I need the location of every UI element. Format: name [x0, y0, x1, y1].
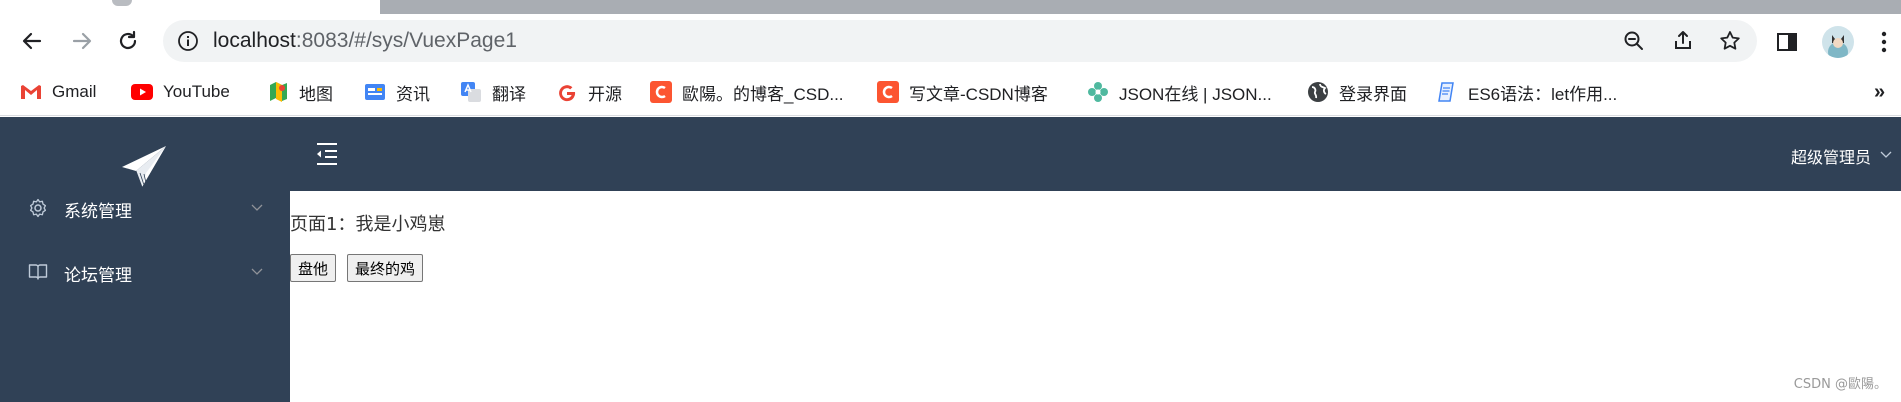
page-text: 页面1：我是小鸡崽 [290, 214, 446, 235]
side-panel-icon[interactable] [1776, 31, 1798, 53]
bookmark-json[interactable]: JSON在线 | JSON... [1087, 78, 1272, 106]
bookmark-label: 歐陽。的博客_CSD... [682, 84, 844, 104]
final-chicken-button[interactable]: 最终的鸡 [347, 254, 424, 282]
avatar-image [1828, 35, 1848, 58]
arrow-left-icon [22, 32, 42, 50]
csdn-icon [650, 81, 672, 103]
bookmark-news[interactable]: 资讯 [364, 78, 430, 106]
csdn-icon [877, 81, 899, 103]
news-icon [364, 81, 386, 103]
tab-indicator [112, 0, 132, 6]
bookmark-maps[interactable]: 地图 [267, 78, 333, 106]
tab-strip [0, 0, 1901, 14]
url-text: localhost:8083/#/sys/VuexPage1 [213, 29, 517, 53]
back-button[interactable] [16, 25, 48, 57]
url-path: :8083/#/sys/VuexPage1 [295, 29, 517, 52]
json-icon [1087, 81, 1109, 103]
share-icon[interactable] [1671, 29, 1695, 53]
star-icon[interactable] [1718, 29, 1742, 53]
more-bookmarks-button[interactable]: » [1874, 78, 1885, 106]
bookmark-csdn-write[interactable]: 写文章-CSDN博客 [877, 78, 1048, 106]
profile-avatar[interactable] [1822, 26, 1854, 58]
sidebar-item-system-management[interactable]: 系统管理 [0, 176, 290, 240]
bookmark-csdn-blog[interactable]: 歐陽。的博客_CSD... [650, 78, 844, 106]
bookmark-youtube[interactable]: YouTube [131, 78, 230, 106]
maps-icon [267, 81, 289, 103]
chevron-down-icon [251, 268, 263, 275]
reload-icon [119, 30, 137, 50]
sidebar: 系统管理 论坛管理 [0, 117, 290, 402]
bookmark-label: 登录界面 [1339, 84, 1407, 104]
bookmark-label: 资讯 [396, 84, 430, 104]
address-bar[interactable]: localhost:8083/#/sys/VuexPage1 [163, 20, 1757, 62]
csdn-watermark: CSDN @歐陽。 [1793, 377, 1887, 392]
browser-toolbar: localhost:8083/#/sys/VuexPage1 [0, 14, 1901, 68]
translate-icon [460, 81, 482, 103]
bookmarks-bar: Gmail YouTube 地图 资讯 翻译 开源 歐陽。的博客_CSD... … [0, 68, 1901, 116]
bookmark-label: ES6语法：let作用... [1468, 84, 1618, 104]
bookmark-login[interactable]: 登录界面 [1307, 78, 1407, 106]
reload-button[interactable] [112, 25, 144, 57]
sidebar-item-forum-management[interactable]: 论坛管理 [0, 240, 290, 304]
bookmark-label: JSON在线 | JSON... [1119, 84, 1272, 104]
user-dropdown-label[interactable]: 超级管理员 [1791, 144, 1871, 168]
doc-icon [1436, 81, 1458, 103]
url-host: localhost [213, 29, 296, 52]
arrow-right-icon [72, 32, 92, 50]
gmail-icon [20, 81, 42, 103]
globe-icon [1307, 81, 1329, 103]
pan-ta-button[interactable]: 盘他 [290, 254, 337, 282]
active-tab[interactable] [0, 0, 380, 14]
bookmark-gmail[interactable]: Gmail [20, 78, 96, 106]
collapse-menu-icon[interactable] [314, 141, 340, 167]
bookmark-label: 开源 [588, 84, 622, 104]
chevron-down-icon[interactable] [1879, 147, 1893, 161]
app-header: 超级管理员 [290, 117, 1901, 191]
gear-icon [29, 198, 47, 218]
more-vert-icon[interactable] [1880, 30, 1888, 54]
bookmark-label: 写文章-CSDN博客 [909, 84, 1048, 104]
zoom-icon[interactable] [1622, 29, 1646, 53]
forward-button[interactable] [66, 25, 98, 57]
bookmark-label: YouTube [163, 82, 230, 101]
sidebar-item-label: 系统管理 [64, 202, 132, 222]
bookmark-label: Gmail [52, 82, 97, 101]
youtube-icon [131, 81, 153, 103]
sidebar-item-label: 论坛管理 [64, 266, 132, 286]
bookmark-es6[interactable]: ES6语法：let作用... [1436, 78, 1617, 106]
bookmark-translate[interactable]: 翻译 [460, 78, 526, 106]
bookmark-label: 地图 [299, 84, 333, 104]
google-icon [556, 81, 578, 103]
tab-strip-background [380, 0, 1901, 14]
chevron-down-icon [251, 204, 263, 211]
main-content: 页面1：我是小鸡崽 盘他 最终的鸡 CSDN @歐陽。 [290, 191, 1901, 402]
bookmark-label: 翻译 [492, 84, 526, 104]
info-icon[interactable] [177, 30, 199, 52]
book-icon [28, 264, 48, 280]
bookmark-google[interactable]: 开源 [556, 78, 622, 106]
